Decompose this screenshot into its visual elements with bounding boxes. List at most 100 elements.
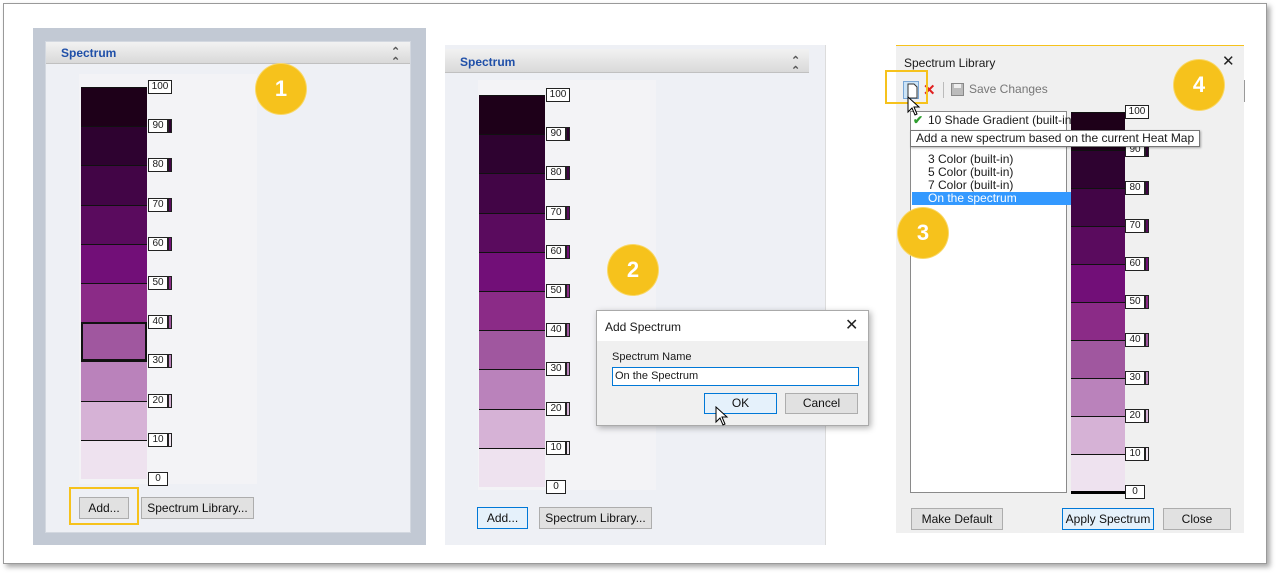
spectrum-swatch[interactable] xyxy=(479,291,545,331)
scale-color-chip xyxy=(566,323,570,338)
spectrum-swatch[interactable] xyxy=(81,126,147,166)
scale-color-chip xyxy=(168,276,172,290)
spectrum-swatch[interactable] xyxy=(81,243,147,283)
spectrum-swatch[interactable] xyxy=(1071,340,1125,378)
scale-color-chip xyxy=(566,401,570,416)
spectrum-swatch[interactable] xyxy=(81,204,147,244)
spectrum-swatch[interactable] xyxy=(479,134,545,174)
scale-color-chip xyxy=(1145,333,1149,347)
window-right-edge xyxy=(1244,80,1245,102)
panel-body: Spectrum ⌃ ⌃ 100 90 80 70 60 50 40 30 20 10 0 Add..… xyxy=(45,41,411,533)
scale-label: 20 xyxy=(1125,409,1145,423)
mouse-cursor-icon xyxy=(715,406,729,426)
dialog-body: Spectrum Name On the Spectrum OK Cancel xyxy=(597,341,868,425)
step-3-badge: 3 xyxy=(898,208,948,258)
spectrum-swatch[interactable] xyxy=(479,369,545,409)
spectrum-swatch[interactable] xyxy=(81,400,147,440)
scale-label: 100 xyxy=(546,88,570,102)
spectrum-list-items: ✔ 10 Shade Gradient (built-in) 3 Color (bu… xyxy=(912,114,1079,214)
spectrum-scale: 100 90 80 70 60 50 40 30 20 10 0 xyxy=(148,80,188,486)
spectrum-swatch[interactable] xyxy=(479,95,545,135)
scale-label: 80 xyxy=(1125,181,1145,195)
spectrum-name-input[interactable]: On the Spectrum xyxy=(612,367,859,386)
spectrum-swatch[interactable] xyxy=(81,439,147,479)
spectrum-swatches xyxy=(81,87,147,479)
spectrum-swatch[interactable] xyxy=(479,173,545,213)
new-spectrum-tooltip: Add a new spectrum based on the current … xyxy=(910,130,1201,147)
scale-color-chip xyxy=(1145,409,1149,423)
spectrum-swatch[interactable] xyxy=(1071,150,1125,188)
spectrum-swatch[interactable] xyxy=(479,447,545,487)
scale-color-chip xyxy=(566,166,570,181)
spectrum-list-item-label: 10 Shade Gradient (built-in) xyxy=(928,113,1076,127)
spectrum-list-item-label: 5 Color (built-in) xyxy=(928,165,1014,179)
scale-label: 0 xyxy=(546,480,566,494)
panel-header: Spectrum ⌃ ⌃ xyxy=(445,49,809,77)
spectrum-swatch[interactable] xyxy=(479,408,545,448)
spectrum-list-item-label: 3 Color (built-in) xyxy=(928,152,1014,166)
spectrum-list-item[interactable]: On the spectrum xyxy=(912,192,1079,205)
step-2-badge: 2 xyxy=(608,245,658,295)
add-button[interactable]: Add... xyxy=(477,507,528,529)
scale-label: 40 xyxy=(148,315,168,330)
scale-color-chip xyxy=(168,197,172,212)
spectrum-swatch[interactable] xyxy=(1071,416,1125,454)
scale-color-chip xyxy=(566,127,570,142)
spectrum-swatch[interactable] xyxy=(479,251,545,291)
scale-color-chip xyxy=(566,440,570,455)
save-changes-button[interactable]: Save Changes xyxy=(969,82,1048,96)
spectrum-library-button[interactable]: Spectrum Library... xyxy=(539,507,652,529)
scale-label: 100 xyxy=(148,80,172,94)
scale-label: 40 xyxy=(1125,333,1145,347)
scale-color-chip xyxy=(566,244,570,259)
spectrum-swatch[interactable] xyxy=(81,165,147,205)
spectrum-swatch[interactable] xyxy=(479,330,545,370)
scale-label: 70 xyxy=(148,197,168,212)
cancel-button[interactable]: Cancel xyxy=(785,393,858,414)
scale-label: 50 xyxy=(1125,295,1145,309)
spectrum-list-item[interactable]: ✔ 10 Shade Gradient (built-in) xyxy=(912,114,1079,127)
spectrum-swatch[interactable] xyxy=(1071,302,1125,340)
scale-label: 30 xyxy=(1125,371,1145,385)
mouse-cursor-icon xyxy=(907,96,921,116)
spectrum-swatch[interactable] xyxy=(1071,378,1125,416)
scale-color-chip xyxy=(1145,295,1149,309)
close-icon[interactable]: ✕ xyxy=(1222,52,1235,70)
make-default-button[interactable]: Make Default xyxy=(911,508,1003,530)
spectrum-swatch[interactable] xyxy=(479,212,545,252)
spectrum-preview-swatches xyxy=(1071,112,1125,492)
spectrum-swatch[interactable] xyxy=(1071,454,1125,492)
scale-color-chip xyxy=(168,119,172,134)
collapse-chevron-icon[interactable]: ⌃ ⌃ xyxy=(791,56,800,77)
scale-label: 100 xyxy=(1125,105,1149,119)
close-icon[interactable]: ✕ xyxy=(845,315,858,335)
spectrum-list-item-label: 7 Color (built-in) xyxy=(928,178,1014,192)
spectrum-swatch[interactable] xyxy=(81,361,147,401)
scale-color-chip xyxy=(168,354,172,369)
apply-spectrum-button[interactable]: Apply Spectrum xyxy=(1062,508,1154,530)
scale-label: 60 xyxy=(546,244,566,259)
scale-color-chip xyxy=(168,158,172,173)
panel-body: Spectrum ⌃ ⌃ 100 90 80 70 60 50 40 30 20 10 0 Add..… xyxy=(445,45,825,545)
spectrum-preview-scale: 100 90 80 70 60 50 40 30 20 10 0 xyxy=(1125,105,1165,500)
scale-color-chip xyxy=(1145,181,1149,195)
spectrum-swatch[interactable] xyxy=(81,87,147,127)
scale-label: 50 xyxy=(148,276,168,290)
spectrum-swatch[interactable] xyxy=(81,283,147,323)
scale-color-chip xyxy=(168,236,172,251)
spectrum-swatch[interactable] xyxy=(1071,188,1125,226)
save-icon[interactable] xyxy=(951,83,964,96)
collapse-chevron-icon[interactable]: ⌃ ⌃ xyxy=(391,47,400,68)
spectrum-swatch[interactable] xyxy=(1071,226,1125,264)
spectrum-swatch[interactable] xyxy=(1071,264,1125,302)
spectrum-list-item-label: On the spectrum xyxy=(928,191,1017,205)
dialog-title: Add Spectrum xyxy=(605,320,682,334)
scale-color-chip xyxy=(168,432,172,447)
spectrum-list[interactable]: ✔ 10 Shade Gradient (built-in) 3 Color (bu… xyxy=(910,111,1079,493)
close-button[interactable]: Close xyxy=(1163,508,1231,530)
spectrum-swatch[interactable] xyxy=(81,322,147,362)
scale-label: 70 xyxy=(1125,219,1145,233)
scale-color-chip xyxy=(1145,371,1149,385)
spectrum-library-button[interactable]: Spectrum Library... xyxy=(141,497,254,519)
scale-color-chip xyxy=(566,284,570,298)
